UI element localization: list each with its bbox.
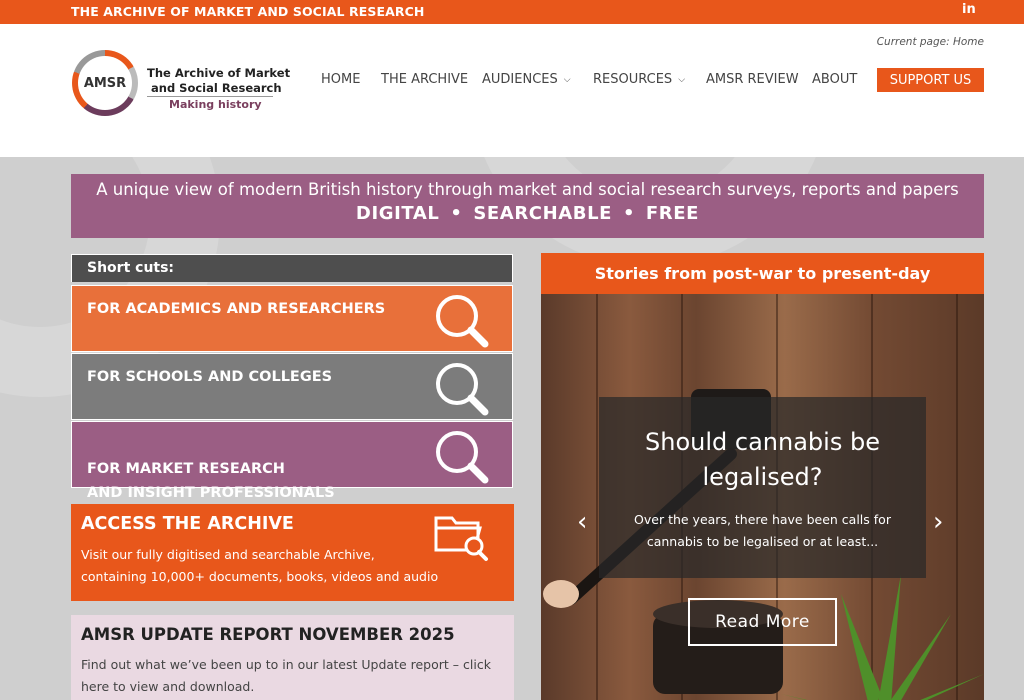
slide-title-line-1: Should cannabis be: [645, 428, 880, 456]
logo-line-1[interactable]: The Archive of Market: [147, 66, 290, 80]
magnifier-icon: [436, 431, 489, 484]
shortcut-label: FOR MARKET RESEARCH AND INSIGHT PROFESSI…: [87, 461, 335, 501]
slide-excerpt-line-1: Over the years, there have been calls fo…: [634, 512, 891, 527]
nav-archive-label: THE ARCHIVE: [381, 72, 469, 87]
shortcut-schools[interactable]: FOR SCHOOLS AND COLLEGES: [71, 353, 513, 420]
nav-about[interactable]: ABOUT: [812, 72, 857, 87]
chevron-down-icon: ⌵: [563, 75, 571, 85]
logo-text: AMSR: [78, 56, 132, 110]
update-report-card[interactable]: AMSR UPDATE REPORT NOVEMBER 2025 Find ou…: [71, 615, 514, 700]
shortcut-academics[interactable]: FOR ACADEMICS AND RESEARCHERS: [71, 285, 513, 352]
access-line-2: containing 10,000+ documents, books, vid…: [81, 569, 439, 584]
slide-title[interactable]: Should cannabis be legalised?: [599, 425, 926, 495]
folder-search-icon: [434, 516, 488, 561]
update-description: Find out what we’ve been up to in our la…: [81, 654, 514, 698]
current-page-indicator: Current page: Home: [876, 36, 984, 48]
nav-review-label: AMSR REVIEW: [706, 72, 799, 87]
hero-banner: A unique view of modern British history …: [71, 174, 984, 238]
nav-about-label: ABOUT: [812, 72, 858, 87]
nav-home[interactable]: HOME: [321, 72, 360, 87]
update-line-1: Find out what we’ve been up to in our la…: [81, 657, 491, 672]
nav-audiences[interactable]: AUDIENCES ⌵: [482, 72, 571, 87]
shortcut-label: FOR ACADEMICS AND RESEARCHERS: [87, 301, 386, 317]
nav-home-label: HOME: [321, 72, 361, 87]
logo-tagline: Making history: [169, 98, 262, 111]
logo-divider: [147, 96, 273, 97]
shortcut-label: FOR SCHOOLS AND COLLEGES: [87, 369, 333, 385]
banner-line-2: DIGITAL • SEARCHABLE • FREE: [355, 203, 700, 224]
slide-title-line-2: legalised?: [702, 463, 823, 491]
magnifier-icon: [436, 363, 489, 416]
slider-prev-icon[interactable]: ‹: [577, 507, 587, 537]
shortcut-professionals[interactable]: FOR MARKET RESEARCH AND INSIGHT PROFESSI…: [71, 421, 513, 501]
magnifier-icon: [436, 295, 489, 348]
logo-line-2[interactable]: and Social Research: [151, 81, 282, 95]
support-us-button[interactable]: SUPPORT US: [877, 68, 984, 92]
nav-audiences-label: AUDIENCES: [482, 72, 558, 87]
site-tagline: THE ARCHIVE OF MARKET AND SOCIAL RESEARC…: [71, 4, 425, 19]
access-archive-card[interactable]: ACCESS THE ARCHIVE Visit our fully digit…: [71, 504, 514, 601]
main-content: A unique view of modern British history …: [0, 157, 1024, 700]
update-line-2: here to view and download.: [81, 679, 255, 694]
read-more-button[interactable]: Read More: [688, 598, 837, 646]
stories-heading: Stories from post-war to present-day: [541, 253, 984, 294]
banner-line-1: A unique view of modern British history …: [96, 180, 959, 199]
slide-caption: Should cannabis be legalised? Over the y…: [599, 397, 926, 578]
logo-mark[interactable]: AMSR: [72, 50, 138, 116]
nav-amsr-review[interactable]: AMSR REVIEW: [706, 72, 799, 87]
chevron-down-icon: ⌵: [678, 75, 686, 85]
update-heading: AMSR UPDATE REPORT NOVEMBER 2025: [81, 625, 455, 644]
nav-the-archive[interactable]: THE ARCHIVE: [381, 72, 468, 87]
slide-excerpt-line-2: cannabis to be legalised or at least...: [646, 534, 879, 549]
linkedin-icon[interactable]: in: [962, 2, 976, 17]
slide-excerpt: Over the years, there have been calls fo…: [599, 509, 926, 553]
nav-resources[interactable]: RESOURCES ⌵: [593, 72, 685, 87]
slider-next-icon[interactable]: ›: [933, 507, 943, 537]
shortcuts-heading: Short cuts:: [71, 254, 513, 282]
stories-slider[interactable]: Should cannabis be legalised? Over the y…: [541, 294, 984, 700]
top-bar: THE ARCHIVE OF MARKET AND SOCIAL RESEARC…: [0, 0, 1024, 24]
nav-resources-label: RESOURCES: [593, 72, 673, 87]
